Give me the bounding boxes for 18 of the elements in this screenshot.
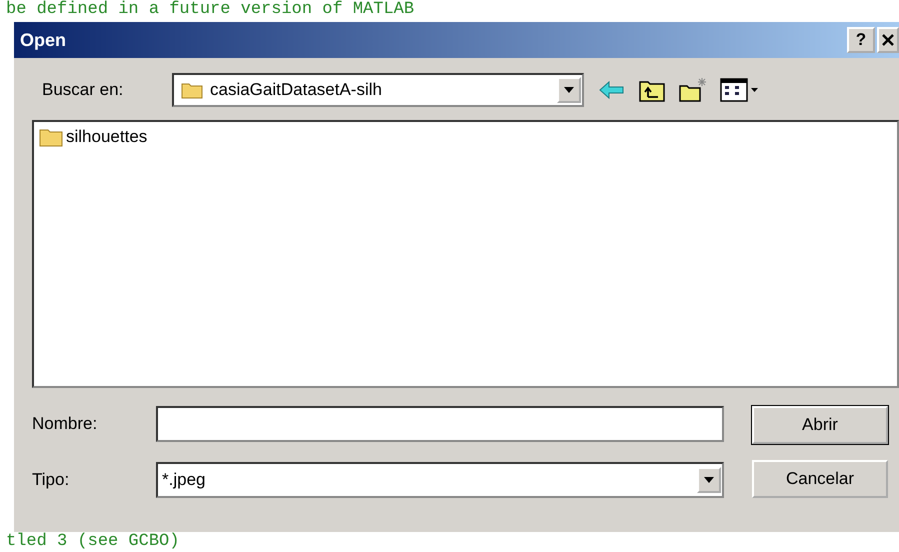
look-in-dropdown[interactable]: casiaGaitDatasetA-silh: [172, 73, 584, 107]
close-button[interactable]: [877, 27, 899, 53]
folder-item[interactable]: silhouettes: [38, 126, 148, 148]
window-title: Open: [20, 30, 66, 50]
help-button[interactable]: ?: [847, 27, 875, 53]
open-button[interactable]: Abrir: [752, 406, 888, 444]
file-name-label: Nombre:: [32, 414, 98, 434]
file-name-field[interactable]: [156, 406, 724, 442]
file-type-dropdown[interactable]: *.jpeg: [156, 462, 724, 498]
view-menu-icon[interactable]: [720, 77, 760, 103]
console-text: be defined in a future version of MATLAB: [5, 0, 414, 20]
back-arrow-icon[interactable]: [598, 79, 626, 101]
file-type-label: Tipo:: [32, 470, 70, 490]
new-folder-icon[interactable]: [678, 77, 708, 103]
close-icon: [882, 34, 894, 46]
look-in-label: Buscar en:: [41, 80, 124, 100]
console-text: tled 3 (see GCBO): [5, 532, 180, 552]
cancel-button[interactable]: Cancelar: [752, 460, 888, 498]
